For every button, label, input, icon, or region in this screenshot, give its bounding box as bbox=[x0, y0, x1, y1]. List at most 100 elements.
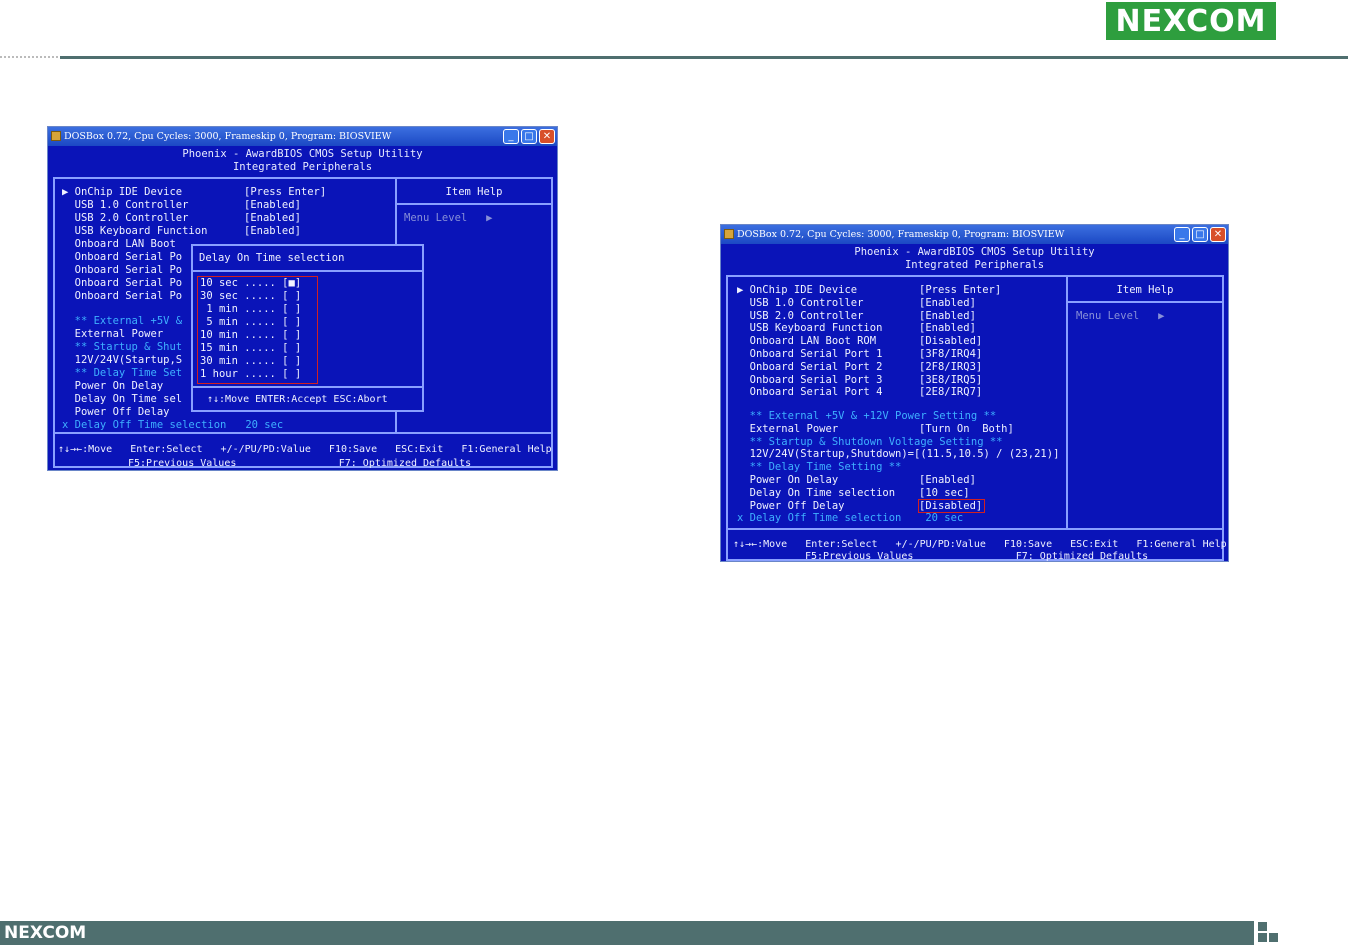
popup-title-rule bbox=[193, 270, 422, 272]
setup-item-label[interactable]: USB 1.0 Controller bbox=[62, 199, 189, 212]
setup-item-label[interactable]: Power Off Delay bbox=[737, 500, 845, 513]
minimize-button[interactable]: _ bbox=[503, 129, 519, 144]
setup-item-value[interactable]: [Enabled] bbox=[919, 474, 976, 487]
right-title-text: DOSBox 0.72, Cpu Cycles: 3000, Frameskip… bbox=[737, 229, 1065, 240]
setup-item-label[interactable]: Onboard Serial Po bbox=[62, 290, 182, 303]
dosbox-icon bbox=[51, 131, 61, 141]
close-button[interactable]: ✕ bbox=[539, 129, 555, 144]
popup-footer: ↑↓:Move ENTER:Accept ESC:Abort bbox=[207, 394, 388, 405]
popup-option[interactable]: 15 min ..... [ ] bbox=[200, 342, 301, 355]
right-help-rule bbox=[1066, 301, 1224, 303]
right-titlebar[interactable]: DOSBox 0.72, Cpu Cycles: 3000, Frameskip… bbox=[721, 225, 1228, 244]
left-titlebar[interactable]: DOSBox 0.72, Cpu Cycles: 3000, Frameskip… bbox=[48, 127, 557, 146]
setup-item-label[interactable]: Onboard LAN Boot ROM bbox=[737, 335, 876, 348]
setup-item-label: x Delay Off Time selection 20 sec bbox=[62, 419, 284, 431]
setup-item-label[interactable]: Onboard Serial Po bbox=[62, 277, 182, 290]
popup-option[interactable]: 30 min ..... [ ] bbox=[200, 355, 301, 368]
popup-option[interactable]: 1 min ..... [ ] bbox=[200, 303, 301, 316]
setup-item-value[interactable]: [Disabled] bbox=[919, 335, 982, 348]
left-heading2: Integrated Peripherals bbox=[232, 161, 373, 173]
setup-item-label[interactable]: Delay On Time sel bbox=[62, 393, 182, 406]
setup-item-label[interactable]: Power On Delay bbox=[737, 474, 839, 487]
setup-item-value[interactable]: [Enabled] bbox=[244, 199, 301, 212]
popup-footer-rule bbox=[193, 386, 422, 388]
popup-option[interactable]: 1 hour ..... [ ] bbox=[200, 368, 301, 381]
setup-item-label[interactable]: Onboard Serial Port 3 bbox=[737, 374, 883, 387]
power-off-delay-highlight bbox=[918, 499, 985, 513]
setup-item-label[interactable]: Onboard Serial Port 4 bbox=[737, 386, 883, 399]
setup-item-label[interactable]: Onboard Serial Port 1 bbox=[737, 348, 883, 361]
setup-item-label: ** External +5V & bbox=[62, 315, 183, 327]
setup-item-value[interactable]: [Press Enter] bbox=[244, 186, 326, 199]
popup-title: Delay On Time selection bbox=[199, 252, 345, 264]
delay-on-time-popup: Delay On Time selection 10 sec ..... [■]… bbox=[191, 244, 424, 412]
setup-item-label: ** Delay Time Set bbox=[62, 367, 183, 379]
setup-item-value[interactable]: [2F8/IRQ3] bbox=[919, 361, 982, 374]
minimize-button[interactable]: _ bbox=[1174, 227, 1190, 242]
setup-item-label: x Delay Off Time selection bbox=[737, 512, 902, 525]
right-help-divider bbox=[1066, 275, 1068, 530]
right-help-level: Menu Level ▶ bbox=[1076, 310, 1165, 322]
right-dosbox-window: DOSBox 0.72, Cpu Cycles: 3000, Frameskip… bbox=[720, 224, 1229, 562]
close-button[interactable]: ✕ bbox=[1210, 227, 1226, 242]
left-help-rule bbox=[395, 203, 553, 205]
maximize-button[interactable]: □ bbox=[521, 129, 537, 144]
setup-item-value: 20 sec bbox=[919, 512, 964, 525]
right-heading2: Integrated Peripherals bbox=[904, 259, 1045, 271]
left-heading1: Phoenix - AwardBIOS CMOS Setup Utility bbox=[182, 148, 423, 160]
setup-item-label[interactable]: ▶ OnChip IDE Device bbox=[62, 186, 182, 199]
setup-item-label[interactable]: Power On Delay bbox=[62, 380, 164, 393]
setup-item-value[interactable]: [Press Enter] bbox=[919, 284, 1001, 297]
footer-mark-icon bbox=[1258, 920, 1280, 944]
setup-item-label[interactable]: USB 2.0 Controller bbox=[737, 310, 864, 323]
left-help-level: Menu Level ▶ bbox=[404, 212, 493, 224]
setup-item-value[interactable]: [Enabled] bbox=[919, 310, 976, 323]
setup-item-label[interactable]: Onboard Serial Po bbox=[62, 251, 182, 264]
setup-item-value[interactable]: [Enabled] bbox=[919, 322, 976, 335]
setup-item-label[interactable]: USB Keyboard Function bbox=[737, 322, 883, 335]
dosbox-icon bbox=[724, 229, 734, 239]
popup-option[interactable]: 10 sec ..... [■] bbox=[200, 277, 301, 290]
setup-item-label[interactable]: Delay On Time selection bbox=[737, 487, 895, 500]
left-keys-line1: ↑↓→←:Move Enter:Select +/-/PU/PD:Value F… bbox=[58, 444, 552, 455]
left-title-text: DOSBox 0.72, Cpu Cycles: 3000, Frameskip… bbox=[64, 131, 392, 142]
setup-item-label[interactable]: External Power bbox=[62, 328, 164, 341]
setup-item-label[interactable]: 12V/24V(Startup,Shutdown)=[(11.5,10.5) /… bbox=[737, 448, 1060, 461]
setup-item-label[interactable]: ▶ OnChip IDE Device bbox=[737, 284, 857, 297]
maximize-button[interactable]: □ bbox=[1192, 227, 1208, 242]
setup-item-value[interactable]: [Turn On Both] bbox=[919, 423, 1014, 436]
setup-item-label[interactable]: Onboard Serial Port 2 bbox=[737, 361, 883, 374]
setup-item-label[interactable]: External Power bbox=[737, 423, 839, 436]
nexcom-logo: NEXCOM bbox=[1106, 2, 1276, 40]
footer-logo: NEXCOM bbox=[4, 923, 87, 943]
setup-item-value[interactable]: [2E8/IRQ7] bbox=[919, 386, 982, 399]
header-rule bbox=[60, 56, 1348, 59]
right-help-title: Item Help bbox=[1116, 284, 1174, 296]
setup-item-label[interactable]: 12V/24V(Startup,S bbox=[62, 354, 182, 367]
setup-item-value[interactable]: [10 sec] bbox=[919, 487, 970, 500]
popup-option[interactable]: 10 min ..... [ ] bbox=[200, 329, 301, 342]
setup-item-label[interactable]: Onboard Serial Po bbox=[62, 264, 182, 277]
right-keys-line2: F5:Previous Values F7: Optimized Default… bbox=[805, 551, 1149, 562]
setup-item-label: ** Startup & Shut bbox=[62, 341, 183, 353]
setup-item-label: ** Startup & Shutdown Voltage Setting ** bbox=[737, 435, 1003, 448]
setup-item-label: ** Delay Time Setting ** bbox=[737, 461, 902, 474]
left-dosbox-window: DOSBox 0.72, Cpu Cycles: 3000, Frameskip… bbox=[47, 126, 558, 471]
footer-bar bbox=[0, 921, 1254, 945]
setup-item-value[interactable]: [Enabled] bbox=[244, 225, 301, 238]
setup-item-label[interactable]: Power Off Delay bbox=[62, 406, 170, 419]
setup-item-label[interactable]: USB 1.0 Controller bbox=[737, 297, 864, 310]
left-help-title: Item Help bbox=[445, 186, 503, 198]
setup-item-label[interactable]: USB Keyboard Function bbox=[62, 225, 208, 238]
popup-option[interactable]: 30 sec ..... [ ] bbox=[200, 290, 301, 303]
setup-item-value[interactable]: [Enabled] bbox=[244, 212, 301, 225]
setup-item-label[interactable]: USB 2.0 Controller bbox=[62, 212, 189, 225]
right-heading1: Phoenix - AwardBIOS CMOS Setup Utility bbox=[854, 246, 1095, 258]
setup-item-label: ** External +5V & +12V Power Setting ** bbox=[737, 410, 997, 422]
setup-item-label[interactable]: Onboard LAN Boot bbox=[62, 238, 176, 251]
setup-item-value[interactable]: [Enabled] bbox=[919, 297, 976, 310]
left-keys-line2: F5:Previous Values F7: Optimized Default… bbox=[128, 458, 472, 469]
setup-item-value[interactable]: [3E8/IRQ5] bbox=[919, 374, 982, 387]
popup-option[interactable]: 5 min ..... [ ] bbox=[200, 316, 301, 329]
setup-item-value[interactable]: [3F8/IRQ4] bbox=[919, 348, 982, 361]
